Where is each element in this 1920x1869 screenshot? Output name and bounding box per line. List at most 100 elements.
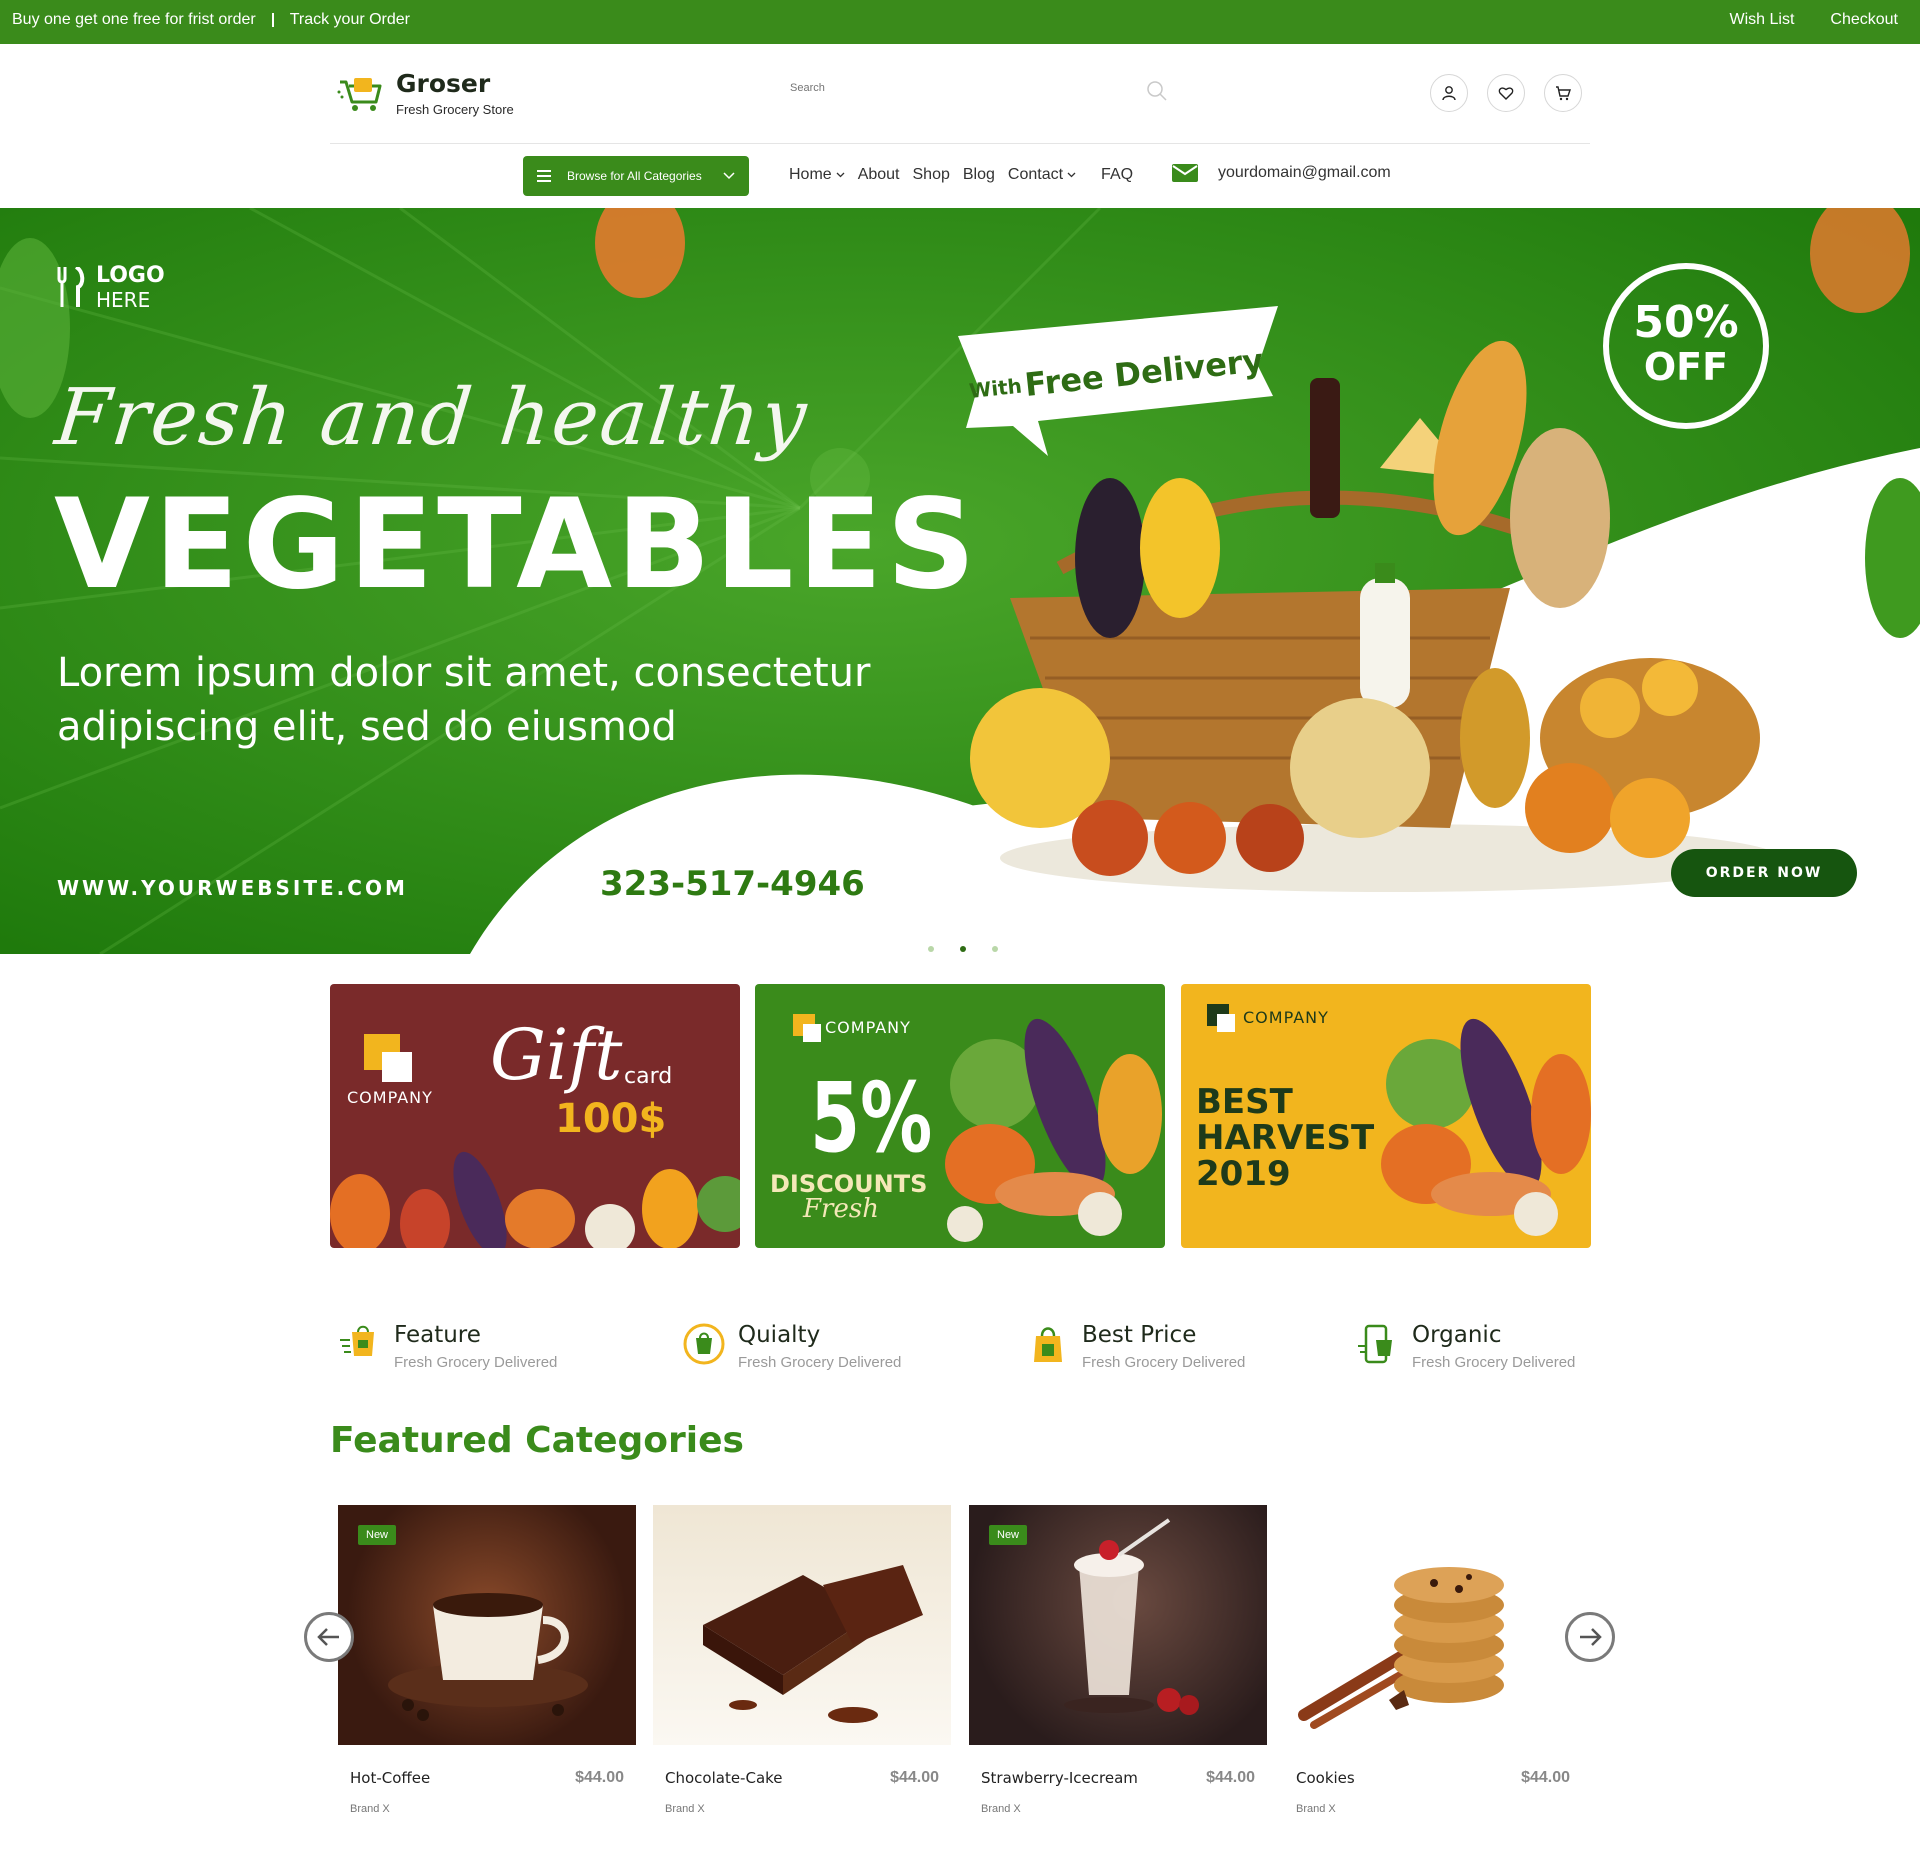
- checkout-link[interactable]: Checkout: [1830, 11, 1898, 29]
- promo-discount-percent: 5%: [810, 1062, 933, 1174]
- contact-email[interactable]: yourdomain@gmail.com: [1218, 164, 1391, 182]
- product-brand: Brand X: [1296, 1803, 1336, 1815]
- order-now-button[interactable]: ORDER NOW: [1671, 849, 1857, 897]
- product-brand: Brand X: [665, 1803, 705, 1815]
- product-image[interactable]: New: [969, 1505, 1267, 1745]
- product-name[interactable]: Hot-Coffee: [350, 1769, 430, 1787]
- promo-harvest[interactable]: COMPANY BEST HARVEST 2019: [1181, 984, 1591, 1248]
- feature-title: Best Price: [1082, 1322, 1197, 1348]
- product-name[interactable]: Chocolate-Cake: [665, 1769, 783, 1787]
- slider-dot[interactable]: [928, 946, 934, 952]
- brand-tagline: Fresh Grocery Store: [396, 102, 514, 117]
- wishlist-link[interactable]: Wish List: [1730, 11, 1795, 29]
- browse-label: Browse for All Categories: [567, 169, 702, 183]
- promo-gift-card[interactable]: COMPANY Gift card 100$: [330, 984, 740, 1248]
- product-price: $44.00: [575, 1769, 624, 1786]
- feature-item: Best Price Fresh Grocery Delivered: [1026, 1322, 1245, 1371]
- track-order-link[interactable]: Track your Order: [290, 11, 410, 29]
- arrow-left-icon: [317, 1628, 339, 1646]
- badge-percent: 50%: [1633, 297, 1739, 348]
- nav-item-home[interactable]: Home: [789, 166, 845, 184]
- slider-dot[interactable]: [992, 946, 998, 952]
- feature-title: Feature: [394, 1322, 481, 1348]
- mail-icon: [1172, 164, 1198, 182]
- promo-text: Buy one get one free for frist order: [12, 11, 256, 28]
- nav-label: Contact: [1007, 166, 1064, 183]
- account-button[interactable]: [1430, 74, 1468, 112]
- free-delivery-ribbon: With Free Delivery: [958, 306, 1278, 456]
- badge-off: OFF: [1643, 345, 1729, 389]
- discount-badge: 50% OFF: [1603, 263, 1769, 429]
- product-price: $44.00: [1521, 1769, 1570, 1786]
- hero-title: VEGETABLES: [54, 473, 980, 617]
- site-logo[interactable]: Groser Fresh Grocery Store: [336, 70, 514, 117]
- search-icon[interactable]: [1146, 80, 1168, 102]
- hero-website: WWW.YOURWEBSITE.COM: [57, 876, 408, 900]
- feature-title: Organic: [1412, 1322, 1502, 1348]
- section-title: Featured Categories: [330, 1420, 744, 1461]
- product-brand: Brand X: [350, 1803, 390, 1815]
- product-card[interactable]: Chocolate-Cake $44.00 Brand X: [653, 1505, 951, 1815]
- nav-item-faq[interactable]: FAQ: [1101, 166, 1133, 184]
- site-header: Groser Fresh Grocery Store: [0, 44, 1920, 144]
- hero-subtitle: Lorem ipsum dolor sit amet, consectetur …: [57, 650, 871, 750]
- product-card[interactable]: Cookies $44.00 Brand X: [1284, 1505, 1582, 1815]
- hero-logo: LOGO HERE: [56, 263, 165, 311]
- price-bag-icon: [1034, 1327, 1062, 1362]
- chevron-down-icon: [723, 172, 735, 180]
- nav-item-shop[interactable]: Shop: [913, 166, 950, 184]
- vegetables-illustration: [1381, 1018, 1591, 1236]
- product-name[interactable]: Strawberry-Icecream: [981, 1769, 1138, 1787]
- heart-icon: [1498, 87, 1514, 100]
- new-badge: New: [358, 1525, 397, 1545]
- feature-subtitle: Fresh Grocery Delivered: [1082, 1354, 1246, 1371]
- promo-gift-text: Gift: [490, 1014, 623, 1096]
- hero-script-heading: Fresh and healthy: [51, 373, 813, 463]
- promo-company: COMPANY: [347, 1088, 433, 1107]
- hero-phone: 323-517-4946: [600, 864, 865, 904]
- nav-label: Home: [789, 166, 832, 183]
- nav-item-about[interactable]: About: [858, 166, 900, 184]
- promo-amount: 100$: [555, 1096, 667, 1142]
- cookies-image: [1298, 1567, 1504, 1729]
- product-image[interactable]: [653, 1505, 951, 1745]
- product-name[interactable]: Cookies: [1296, 1769, 1355, 1787]
- cart-button[interactable]: [1544, 74, 1582, 112]
- slider-dots: [928, 946, 998, 952]
- hero-banner: LOGO HERE Fresh and healthy VEGETABLES L…: [0, 208, 1920, 954]
- product-card[interactable]: New Hot-Coffee $44.00 Brand X: [338, 1505, 636, 1815]
- promo-harvest-year: 2019: [1196, 1154, 1291, 1194]
- carousel-next-button[interactable]: [1565, 1612, 1615, 1662]
- chevron-down-icon: [1067, 172, 1076, 178]
- company-logo-icon: [364, 1034, 412, 1082]
- vegetables-illustration: [945, 1018, 1162, 1242]
- feature-subtitle: Fresh Grocery Delivered: [738, 1354, 902, 1371]
- menu-icon: [537, 170, 551, 182]
- product-image[interactable]: New: [338, 1505, 636, 1745]
- search-input[interactable]: [790, 82, 1130, 94]
- browse-categories-button[interactable]: Browse for All Categories: [523, 156, 749, 196]
- company-logo-icon: [1207, 1004, 1235, 1032]
- product-brand: Brand X: [981, 1803, 1021, 1815]
- carousel-prev-button[interactable]: [304, 1612, 354, 1662]
- promo-discount[interactable]: COMPANY 5% DISCOUNTS Fresh: [755, 984, 1165, 1248]
- hero-logo-bottom: HERE: [96, 288, 151, 312]
- nav-item-blog[interactable]: Blog: [963, 166, 995, 184]
- feature-item: Feature Fresh Grocery Delivered: [338, 1322, 557, 1371]
- product-card[interactable]: New Strawberry-Icecream $44.00 Brand X: [969, 1505, 1267, 1815]
- hero-logo-top: LOGO: [96, 263, 165, 288]
- chevron-down-icon: [836, 172, 845, 178]
- promo-harvest-line2: HARVEST: [1196, 1118, 1375, 1158]
- promo-fresh-text: Fresh: [803, 1194, 879, 1224]
- mobile-order-icon: [1358, 1324, 1392, 1364]
- cart-logo-icon: [337, 78, 382, 111]
- product-image[interactable]: [1284, 1505, 1582, 1745]
- company-logo-icon: [793, 1014, 821, 1042]
- wishlist-button[interactable]: [1487, 74, 1525, 112]
- feature-subtitle: Fresh Grocery Delivered: [394, 1354, 558, 1371]
- slider-dot-active[interactable]: [960, 946, 966, 952]
- nav-item-contact[interactable]: Contact: [1008, 166, 1076, 184]
- chocolate-cake-image: [703, 1565, 923, 1723]
- vegetables-illustration: [330, 1151, 740, 1248]
- brand-name: Groser: [396, 69, 491, 98]
